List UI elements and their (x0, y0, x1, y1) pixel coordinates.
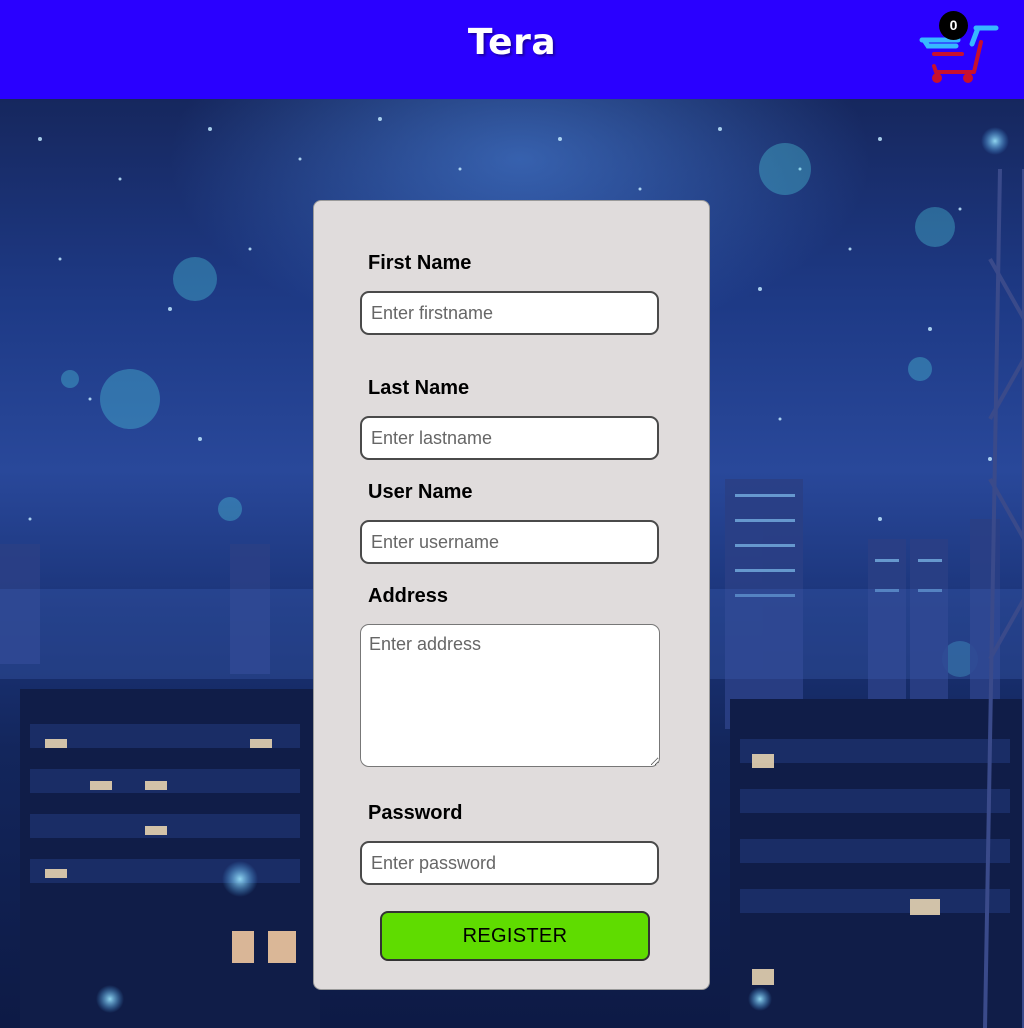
address-label: Address (368, 585, 449, 607)
user-name-input[interactable] (360, 520, 659, 564)
password-label: Password (368, 802, 463, 824)
registration-form: First Name Last Name User Name Address P… (313, 200, 710, 990)
password-input[interactable] (360, 841, 659, 885)
brand-title: Tera (467, 22, 557, 63)
first-name-input[interactable] (360, 291, 659, 335)
last-name-input[interactable] (360, 416, 659, 460)
cart-button[interactable]: 0 (918, 10, 1002, 88)
address-textarea[interactable] (360, 624, 660, 767)
first-name-label: First Name (368, 252, 472, 274)
register-button[interactable]: REGISTER (380, 911, 650, 961)
cart-count-badge: 0 (939, 11, 968, 40)
top-header: Tera 0 (0, 0, 1024, 99)
last-name-label: Last Name (368, 377, 470, 399)
user-name-label: User Name (368, 481, 473, 503)
